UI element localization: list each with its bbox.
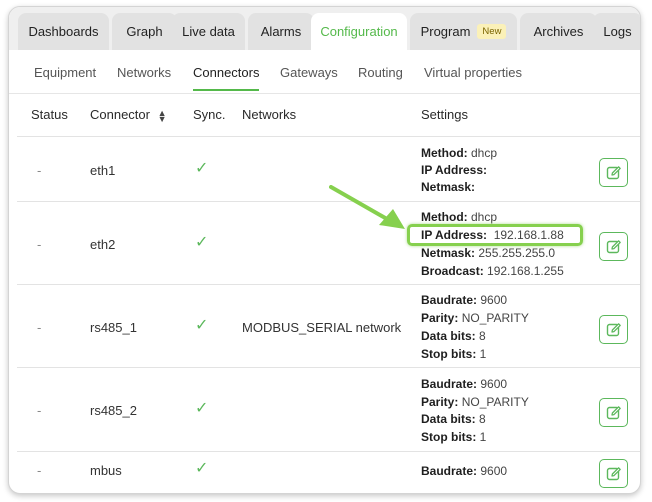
setting-line: Baudrate: 9600: [421, 377, 508, 391]
header-status: Status: [31, 107, 68, 122]
connector-cell: eth2: [90, 237, 116, 252]
divider: [17, 451, 640, 452]
setting-line: Broadcast: 192.168.1.255: [421, 264, 564, 278]
check-icon: ✓: [195, 317, 209, 334]
connector-cell: mbus: [90, 463, 122, 478]
setting-line: Method: dhcp: [421, 210, 498, 224]
status-cell: -: [37, 463, 42, 478]
tab-label: Logs: [603, 24, 632, 39]
setting-line: Netmask: 255.255.255.0: [421, 246, 556, 260]
tab-alarms[interactable]: Alarms: [248, 13, 314, 50]
divider: [17, 284, 640, 285]
network-cell: MODBUS_SERIAL network: [242, 320, 402, 335]
header-sync: Sync.: [193, 107, 226, 122]
edit-icon: [606, 165, 621, 179]
tab-archives[interactable]: Archives: [520, 13, 597, 50]
new-badge: New: [477, 24, 507, 39]
setting-line: Method: dhcp: [421, 146, 498, 160]
connector-cell: rs485_2: [90, 403, 137, 418]
sort-icon[interactable]: ▲ ▼: [158, 108, 167, 123]
tab-program[interactable]: Program New: [410, 13, 517, 50]
status-cell: -: [37, 403, 42, 418]
subtab-networks[interactable]: Networks: [117, 65, 171, 80]
tab-label: Graph: [126, 24, 163, 39]
divider: [17, 367, 640, 368]
connector-cell: rs485_1: [90, 320, 137, 335]
subtab-routing[interactable]: Routing: [358, 65, 403, 80]
setting-line: Parity: NO_PARITY: [421, 395, 529, 409]
setting-line: Baudrate: 9600: [421, 464, 508, 478]
tab-dashboards[interactable]: Dashboards: [18, 13, 109, 50]
tab-live-data[interactable]: Live data: [172, 13, 245, 50]
edit-button[interactable]: [599, 232, 628, 261]
edit-button[interactable]: [599, 398, 628, 427]
app-window: Dashboards Graph Live data Alarms Config…: [8, 6, 641, 494]
tab-label: Program: [420, 24, 471, 39]
status-cell: -: [37, 237, 42, 252]
tab-label: Dashboards: [28, 24, 99, 39]
edit-icon: [606, 405, 621, 419]
tab-graph[interactable]: Graph: [112, 13, 177, 50]
tab-logs[interactable]: Logs: [593, 13, 640, 50]
check-icon: ✓: [195, 234, 209, 251]
tab-label: Archives: [533, 24, 584, 39]
tab-configuration[interactable]: Configuration: [311, 13, 407, 50]
edit-button[interactable]: [599, 158, 628, 187]
tab-label: Alarms: [260, 24, 302, 39]
header-networks: Networks: [242, 107, 297, 122]
subtab-equipment[interactable]: Equipment: [34, 65, 96, 80]
check-icon: ✓: [195, 160, 209, 177]
edit-icon: [606, 466, 621, 480]
header-connector[interactable]: Connector ▲ ▼: [90, 107, 167, 123]
edit-button[interactable]: [599, 315, 628, 344]
setting-line: Stop bits: 1: [421, 430, 487, 444]
sub-tabbar: Equipment Networks Connectors Gateways R…: [9, 50, 640, 94]
setting-line: Netmask:: [421, 180, 476, 194]
setting-line: Stop bits: 1: [421, 347, 487, 361]
subtab-gateways[interactable]: Gateways: [280, 65, 338, 80]
subtab-virtual-properties[interactable]: Virtual properties: [424, 65, 522, 80]
connector-cell: eth1: [90, 163, 116, 178]
active-subtab-indicator: [193, 89, 259, 91]
edit-icon: [606, 322, 621, 336]
subtab-connectors[interactable]: Connectors: [193, 65, 259, 80]
check-icon: ✓: [195, 460, 209, 477]
arrow-annotation: [329, 185, 405, 229]
check-icon: ✓: [195, 400, 209, 417]
tab-label: Configuration: [320, 24, 398, 39]
edit-icon: [606, 239, 621, 253]
setting-line: Baudrate: 9600: [421, 293, 508, 307]
setting-line: Data bits: 8: [421, 329, 486, 343]
status-cell: -: [37, 320, 42, 335]
header-connector-label: Connector: [90, 107, 150, 122]
setting-line: Parity: NO_PARITY: [421, 311, 529, 325]
status-cell: -: [37, 163, 42, 178]
edit-button[interactable]: [599, 459, 628, 488]
header-settings: Settings: [421, 107, 468, 122]
tab-label: Live data: [182, 24, 235, 39]
setting-line: Data bits: 8: [421, 412, 486, 426]
setting-line: IP Address:: [421, 163, 488, 177]
ip-address-highlight: [407, 224, 583, 246]
main-tabbar: Dashboards Graph Live data Alarms Config…: [9, 7, 640, 50]
divider: [17, 136, 640, 137]
